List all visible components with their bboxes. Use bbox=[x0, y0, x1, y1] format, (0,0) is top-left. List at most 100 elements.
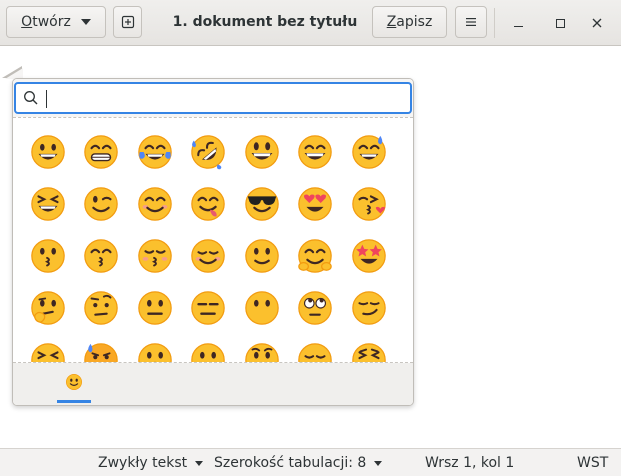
slightly-smiling-face-icon bbox=[66, 374, 82, 390]
hushed-face-icon bbox=[244, 343, 279, 362]
emoji-face-savoring-food[interactable] bbox=[182, 178, 236, 230]
main-menu-button[interactable] bbox=[455, 6, 487, 38]
emoji-smiling-face-sunglasses[interactable] bbox=[235, 178, 289, 230]
close-button[interactable] bbox=[585, 11, 609, 35]
emoji-hushed-face[interactable] bbox=[235, 334, 289, 362]
emoji-kissing-face[interactable] bbox=[21, 230, 75, 282]
emoji-neutral-face[interactable] bbox=[128, 282, 182, 334]
smiling-face-icon bbox=[191, 239, 226, 273]
emoji-face-without-mouth[interactable] bbox=[235, 282, 289, 334]
smirking-face-icon bbox=[351, 291, 386, 325]
save-button[interactable]: Zapisz bbox=[372, 6, 447, 38]
smiling-face-sunglasses-icon bbox=[244, 187, 279, 221]
emoji-face-rolling-eyes[interactable] bbox=[289, 282, 343, 334]
emoji-search-field[interactable] bbox=[14, 82, 412, 114]
emoji-grinning-face[interactable] bbox=[21, 126, 75, 178]
emoji-face-blowing-kiss[interactable] bbox=[342, 178, 396, 230]
category-tab-smileys[interactable] bbox=[57, 371, 91, 403]
face-rolling-eyes-icon bbox=[298, 291, 333, 325]
emoji-search-input[interactable] bbox=[44, 88, 404, 108]
cursor-position[interactable]: Wrsz 1, kol 1 bbox=[425, 455, 514, 471]
zipper-mouth-face-icon bbox=[191, 343, 226, 362]
smiling-face-heart-eyes-icon bbox=[298, 187, 333, 221]
emoji-grinning-face-smiling-eyes[interactable] bbox=[289, 126, 343, 178]
grinning-face-smiling-eyes-icon bbox=[298, 135, 333, 169]
thinking-face-icon bbox=[30, 291, 65, 325]
emoji-grinning-squinting-face[interactable] bbox=[21, 178, 75, 230]
tab-width-selector[interactable]: Szerokość tabulacji: 8 bbox=[214, 455, 383, 471]
emoji-thinking-face[interactable] bbox=[21, 282, 75, 334]
emoji-rolling-on-floor-laughing[interactable] bbox=[182, 126, 236, 178]
maximize-button[interactable] bbox=[548, 11, 572, 35]
winking-face-icon bbox=[84, 187, 119, 221]
kissing-face-smiling-eyes-icon bbox=[84, 239, 119, 273]
emoji-sleepy-face[interactable] bbox=[289, 334, 343, 362]
beaming-face-icon bbox=[84, 135, 119, 169]
chevron-down-icon bbox=[195, 460, 204, 466]
emoji-grid-scroll[interactable] bbox=[13, 117, 413, 363]
neutral-face-icon bbox=[137, 291, 172, 325]
grinning-face-sweat-icon bbox=[351, 135, 386, 169]
emoji-face-raised-eyebrow[interactable] bbox=[75, 282, 129, 334]
emoji-chooser bbox=[12, 78, 414, 406]
emoji-tired-face[interactable] bbox=[342, 334, 396, 362]
emoji-persevering-face[interactable] bbox=[21, 334, 75, 362]
header-bar: Otwórz 1. dokument bez tytułu Zapisz bbox=[0, 0, 621, 46]
emoji-search-area bbox=[13, 79, 413, 117]
emoji-star-struck[interactable] bbox=[342, 230, 396, 282]
emoji-slightly-smiling-face[interactable] bbox=[235, 230, 289, 282]
minimize-button[interactable] bbox=[506, 11, 530, 35]
emoji-hugging-face[interactable] bbox=[289, 230, 343, 282]
document-title: 1. dokument bez tytułu bbox=[172, 14, 358, 30]
emoji-expressionless-face[interactable] bbox=[182, 282, 236, 334]
face-without-mouth-icon bbox=[244, 291, 279, 325]
emoji-kissing-face-closed-eyes[interactable] bbox=[128, 230, 182, 282]
emoji-smiling-face[interactable] bbox=[182, 230, 236, 282]
expressionless-face-icon bbox=[191, 291, 226, 325]
emoji-grid bbox=[21, 126, 396, 362]
face-savoring-food-icon bbox=[191, 187, 226, 221]
slightly-smiling-face-icon bbox=[244, 239, 279, 273]
emoji-smiling-face-smiling-eyes[interactable] bbox=[128, 178, 182, 230]
emoji-smiling-face-heart-eyes[interactable] bbox=[289, 178, 343, 230]
insert-mode[interactable]: WST bbox=[577, 455, 608, 471]
emoji-smirking-face[interactable] bbox=[342, 282, 396, 334]
face-raised-eyebrow-icon bbox=[84, 291, 119, 325]
emoji-winking-face[interactable] bbox=[75, 178, 129, 230]
star-struck-icon bbox=[351, 239, 386, 273]
emoji-grinning-face-big-eyes[interactable] bbox=[235, 126, 289, 178]
kissing-face-closed-eyes-icon bbox=[137, 239, 172, 273]
save-button-label: Zapisz bbox=[386, 14, 433, 30]
chevron-down-icon bbox=[374, 460, 383, 466]
emoji-face-with-tears-of-joy[interactable] bbox=[128, 126, 182, 178]
new-tab-button[interactable] bbox=[113, 6, 142, 38]
emoji-zipper-mouth-face[interactable] bbox=[182, 334, 236, 362]
smiling-face-smiling-eyes-icon bbox=[137, 187, 172, 221]
tab-width-label: Szerokość tabulacji: 8 bbox=[214, 455, 367, 471]
emoji-beaming-face[interactable] bbox=[75, 126, 129, 178]
hugging-face-icon bbox=[298, 239, 333, 273]
text-cursor bbox=[46, 90, 47, 108]
active-tab-indicator bbox=[57, 400, 91, 403]
emoji-face-open-mouth[interactable] bbox=[128, 334, 182, 362]
status-bar: Zwykły tekst Szerokość tabulacji: 8 Wrsz… bbox=[0, 448, 621, 476]
sad-face-sweat-icon bbox=[84, 343, 119, 362]
emoji-kissing-face-smiling-eyes[interactable] bbox=[75, 230, 129, 282]
insert-mode-label: WST bbox=[577, 455, 609, 471]
chevron-down-icon bbox=[80, 19, 91, 25]
face-with-tears-of-joy-icon bbox=[137, 135, 172, 169]
kissing-face-icon bbox=[30, 239, 65, 273]
hamburger-icon bbox=[466, 18, 476, 26]
maximize-icon bbox=[555, 18, 565, 28]
emoji-sad-face-sweat[interactable] bbox=[75, 334, 129, 362]
persevering-face-icon bbox=[30, 343, 65, 362]
emoji-grinning-face-sweat[interactable] bbox=[342, 126, 396, 178]
minimize-icon bbox=[513, 25, 523, 27]
search-icon bbox=[24, 91, 38, 105]
grinning-face-icon bbox=[30, 135, 65, 169]
language-selector[interactable]: Zwykły tekst bbox=[98, 455, 204, 471]
grinning-face-big-eyes-icon bbox=[244, 135, 279, 169]
tired-face-icon bbox=[351, 343, 386, 362]
open-button[interactable]: Otwórz bbox=[6, 6, 106, 38]
new-tab-icon bbox=[121, 15, 134, 29]
